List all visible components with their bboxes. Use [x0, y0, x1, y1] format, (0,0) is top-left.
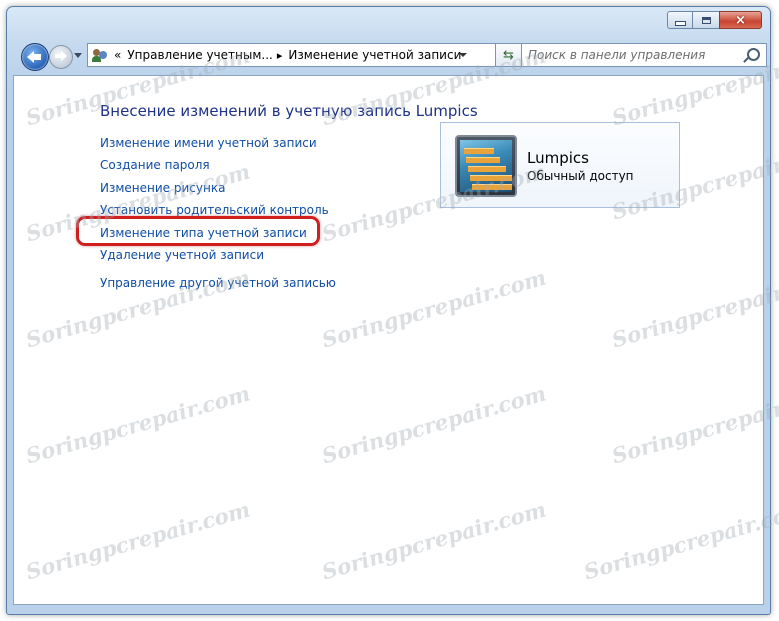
- close-button[interactable]: ×: [719, 11, 762, 29]
- forward-arrow-icon: [61, 51, 67, 61]
- refresh-icon: ⇆: [503, 47, 514, 63]
- search-icon[interactable]: [747, 48, 760, 61]
- back-arrow-shaft: [33, 54, 41, 60]
- breadcrumb-separator-icon[interactable]: ▸: [277, 49, 283, 62]
- close-icon: ×: [735, 12, 746, 28]
- highlight-frame: [76, 216, 320, 246]
- account-name: Lumpics: [527, 149, 589, 167]
- link-change-account-name[interactable]: Изменение имени учетной записи: [100, 136, 317, 150]
- forward-button[interactable]: [49, 45, 73, 69]
- account-card: Lumpics Обычный доступ: [440, 122, 680, 208]
- account-picture[interactable]: [455, 135, 517, 197]
- link-parental-controls[interactable]: Установить родительский контроль: [100, 203, 329, 217]
- maximize-icon: [701, 16, 711, 24]
- back-button[interactable]: [21, 43, 49, 71]
- window: × « Управление учетным... ▸ Изменение уч…: [6, 6, 771, 615]
- search-box[interactable]: [521, 43, 767, 67]
- minimize-icon: [674, 20, 686, 26]
- maximize-button[interactable]: [693, 11, 719, 29]
- caption-buttons: ×: [667, 11, 762, 29]
- breadcrumb-user-accounts[interactable]: Управление учетным...: [127, 48, 272, 62]
- user-accounts-icon: [92, 47, 108, 63]
- recent-pages-dropdown-icon[interactable]: [74, 53, 82, 58]
- page-title: Внесение изменений в учетную запись Lump…: [100, 102, 478, 120]
- link-create-password[interactable]: Создание пароля: [100, 158, 210, 172]
- link-delete-account[interactable]: Удаление учетной записи: [100, 248, 264, 262]
- content-pane: Внесение изменений в учетную запись Lump…: [13, 75, 764, 605]
- minimize-button[interactable]: [667, 11, 693, 29]
- breadcrumb-change-account[interactable]: Изменение учетной записи: [288, 48, 461, 62]
- account-type: Обычный доступ: [527, 169, 634, 183]
- search-input[interactable]: [528, 47, 738, 63]
- navigation-bar: « Управление учетным... ▸ Изменение учет…: [17, 41, 767, 71]
- link-manage-another-account[interactable]: Управление другой учетной записью: [100, 276, 336, 290]
- refresh-button[interactable]: ⇆: [496, 43, 522, 67]
- link-change-picture[interactable]: Изменение рисунка: [100, 181, 225, 195]
- breadcrumb-overflow[interactable]: «: [114, 48, 121, 62]
- address-bar[interactable]: « Управление учетным... ▸ Изменение учет…: [87, 43, 496, 67]
- address-dropdown-icon[interactable]: [459, 53, 467, 57]
